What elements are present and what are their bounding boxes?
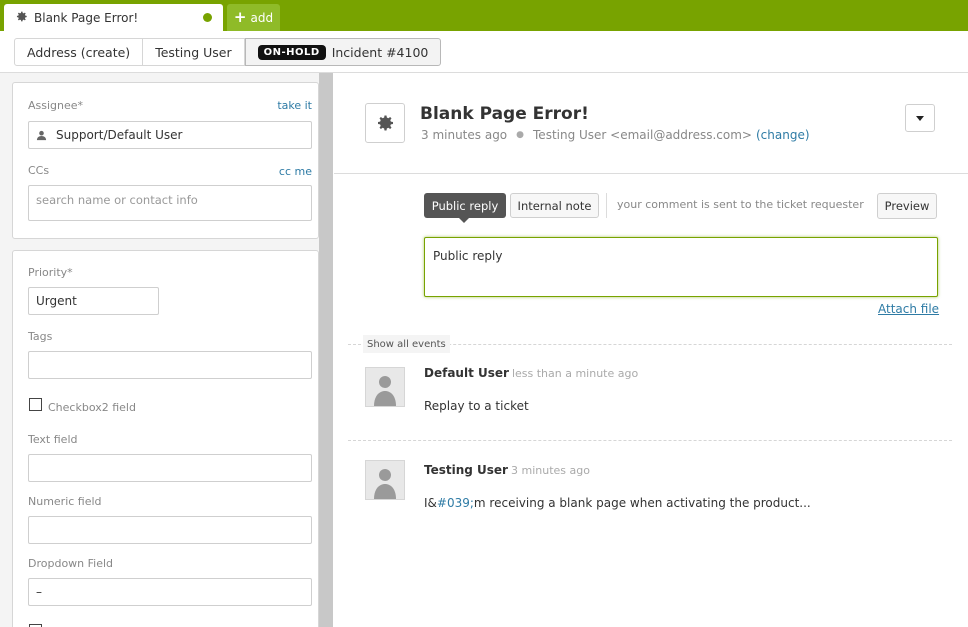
take-it-link[interactable]: take it: [277, 99, 312, 112]
event-author-name[interactable]: Default User: [424, 366, 509, 380]
breadcrumb-requester[interactable]: Testing User: [143, 38, 245, 66]
assignee-field[interactable]: Support/Default User: [28, 121, 312, 149]
tags-label: Tags: [28, 330, 53, 343]
checkbox2-checkbox[interactable]: [29, 398, 42, 411]
ccs-label: CCs: [28, 164, 50, 177]
user-silhouette-icon: [374, 469, 396, 499]
cc-me-link[interactable]: cc me: [279, 165, 312, 178]
main-divider: [334, 173, 968, 174]
ticket-type-icon-box: [365, 103, 405, 143]
event-author: Testing User 3 minutes ago: [424, 463, 590, 477]
status-badge: ON-HOLD: [257, 44, 326, 60]
event-author: Default User less than a minute ago: [424, 366, 638, 380]
priority-select[interactable]: Urgent: [28, 287, 159, 315]
comment-textarea[interactable]: Public reply: [424, 237, 938, 297]
breadcrumb-ticket-label: Incident #4100: [331, 44, 429, 60]
avatar: [365, 460, 405, 500]
event-body: Replay to a ticket: [424, 399, 529, 413]
breadcrumb-organization[interactable]: Address (create): [14, 38, 144, 66]
ticket-options-button[interactable]: [905, 104, 935, 132]
assignment-panel: Assignee* take it Support/Default User C…: [12, 82, 319, 239]
gear-icon: [15, 10, 28, 26]
ticket-meta: 3 minutes ago ● Testing User <email@addr…: [421, 128, 810, 142]
dropdown-field-label: Dropdown Field: [28, 557, 114, 570]
show-all-events-button[interactable]: Show all events: [363, 335, 450, 353]
event-time: 3 minutes ago: [510, 464, 590, 477]
tab-title: Blank Page Error!: [34, 10, 139, 25]
ccs-search-input[interactable]: search name or contact info: [28, 185, 312, 221]
caret-down-icon: [916, 115, 924, 121]
ticket-title[interactable]: Blank Page Error!: [420, 104, 589, 124]
event-body-suffix: m receiving a blank page when activating…: [473, 496, 811, 510]
unsaved-dot-icon: [203, 13, 212, 22]
numeric-field-input[interactable]: [28, 516, 312, 544]
composer-separator: [606, 193, 607, 218]
dropdown-field-select[interactable]: –: [28, 578, 312, 606]
ticket-time: 3 minutes ago: [421, 128, 508, 142]
add-tab-label: add: [250, 10, 274, 25]
tab-blank-page-error[interactable]: Blank Page Error!: [4, 4, 223, 31]
event-separator: [348, 440, 952, 441]
ticket-requester: Testing User <email@address.com>: [533, 128, 752, 142]
numeric-field-label: Numeric field: [28, 495, 102, 508]
user-icon: [36, 130, 47, 141]
event-body-link[interactable]: #039;: [437, 496, 474, 510]
text-field-input[interactable]: [28, 454, 312, 482]
composer-hint: your comment is sent to the ticket reque…: [617, 198, 864, 211]
sidebar-scrollbar[interactable]: [319, 73, 333, 627]
public-reply-button[interactable]: Public reply: [424, 193, 506, 218]
event-time: less than a minute ago: [511, 367, 639, 380]
assignee-label: Assignee*: [28, 99, 84, 112]
plus-icon: +: [233, 8, 247, 26]
add-tab-button[interactable]: + add: [227, 4, 280, 31]
assignee-value: Support/Default User: [56, 128, 183, 142]
avatar: [365, 367, 405, 407]
meta-separator-icon: ●: [516, 130, 525, 140]
gear-icon: [375, 113, 395, 133]
tags-input[interactable]: [28, 351, 312, 379]
ticket-fields-panel: Priority* Urgent Tags Checkbox2 field Te…: [12, 250, 319, 627]
change-requester-link[interactable]: (change): [756, 128, 810, 142]
internal-note-button[interactable]: Internal note: [510, 193, 599, 218]
text-field-label: Text field: [28, 433, 78, 446]
user-silhouette-icon: [374, 376, 396, 406]
top-tab-bar: Blank Page Error! + add: [0, 0, 968, 31]
breadcrumb-ticket[interactable]: ON-HOLD Incident #4100: [244, 38, 442, 66]
event-body-prefix: I&: [424, 496, 437, 510]
checkbox2-label: Checkbox2 field: [48, 401, 136, 414]
event-body: I&#039;m receiving a blank page when act…: [424, 496, 811, 510]
preview-button[interactable]: Preview: [877, 193, 937, 219]
priority-label: Priority*: [28, 266, 73, 279]
event-author-name[interactable]: Testing User: [424, 463, 508, 477]
breadcrumb: Address (create) Testing User ON-HOLD In…: [14, 38, 442, 66]
attach-file-link[interactable]: Attach file: [878, 302, 939, 316]
active-pointer-icon: [459, 218, 469, 223]
